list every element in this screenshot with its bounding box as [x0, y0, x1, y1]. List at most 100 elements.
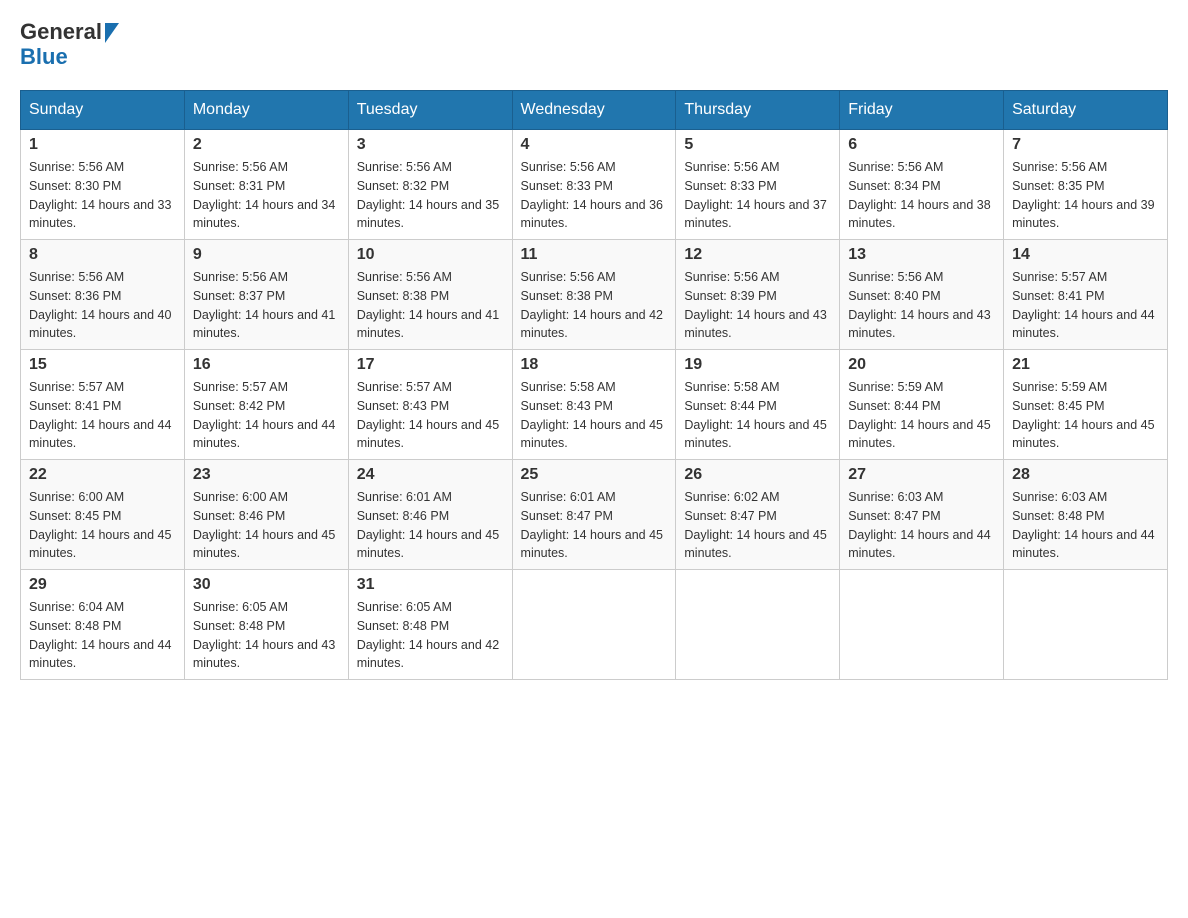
- day-number: 29: [29, 576, 176, 594]
- day-info: Sunrise: 6:01 AM Sunset: 8:46 PM Dayligh…: [357, 488, 504, 563]
- calendar-cell: 19 Sunrise: 5:58 AM Sunset: 8:44 PM Dayl…: [676, 350, 840, 460]
- day-info: Sunrise: 5:56 AM Sunset: 8:37 PM Dayligh…: [193, 268, 340, 343]
- calendar-cell: 24 Sunrise: 6:01 AM Sunset: 8:46 PM Dayl…: [348, 460, 512, 570]
- calendar-cell: 27 Sunrise: 6:03 AM Sunset: 8:47 PM Dayl…: [840, 460, 1004, 570]
- day-info: Sunrise: 5:58 AM Sunset: 8:43 PM Dayligh…: [521, 378, 668, 453]
- day-number: 15: [29, 356, 176, 374]
- col-header-saturday: Saturday: [1004, 91, 1168, 130]
- day-info: Sunrise: 5:56 AM Sunset: 8:35 PM Dayligh…: [1012, 158, 1159, 233]
- calendar-cell: 1 Sunrise: 5:56 AM Sunset: 8:30 PM Dayli…: [21, 130, 185, 240]
- col-header-tuesday: Tuesday: [348, 91, 512, 130]
- day-number: 16: [193, 356, 340, 374]
- logo: General Blue: [20, 20, 119, 70]
- calendar-cell: 5 Sunrise: 5:56 AM Sunset: 8:33 PM Dayli…: [676, 130, 840, 240]
- logo-blue: Blue: [20, 44, 119, 70]
- day-info: Sunrise: 6:05 AM Sunset: 8:48 PM Dayligh…: [357, 598, 504, 673]
- day-info: Sunrise: 5:56 AM Sunset: 8:30 PM Dayligh…: [29, 158, 176, 233]
- day-number: 24: [357, 466, 504, 484]
- day-number: 28: [1012, 466, 1159, 484]
- col-header-friday: Friday: [840, 91, 1004, 130]
- calendar-cell: 16 Sunrise: 5:57 AM Sunset: 8:42 PM Dayl…: [184, 350, 348, 460]
- day-info: Sunrise: 5:56 AM Sunset: 8:33 PM Dayligh…: [684, 158, 831, 233]
- calendar-cell: 15 Sunrise: 5:57 AM Sunset: 8:41 PM Dayl…: [21, 350, 185, 460]
- day-number: 17: [357, 356, 504, 374]
- day-info: Sunrise: 5:56 AM Sunset: 8:38 PM Dayligh…: [521, 268, 668, 343]
- day-info: Sunrise: 6:00 AM Sunset: 8:45 PM Dayligh…: [29, 488, 176, 563]
- calendar-cell: 14 Sunrise: 5:57 AM Sunset: 8:41 PM Dayl…: [1004, 240, 1168, 350]
- calendar-cell: 25 Sunrise: 6:01 AM Sunset: 8:47 PM Dayl…: [512, 460, 676, 570]
- day-info: Sunrise: 5:59 AM Sunset: 8:44 PM Dayligh…: [848, 378, 995, 453]
- day-number: 21: [1012, 356, 1159, 374]
- day-info: Sunrise: 5:57 AM Sunset: 8:41 PM Dayligh…: [29, 378, 176, 453]
- day-number: 20: [848, 356, 995, 374]
- calendar-week-row: 1 Sunrise: 5:56 AM Sunset: 8:30 PM Dayli…: [21, 130, 1168, 240]
- calendar-cell: 18 Sunrise: 5:58 AM Sunset: 8:43 PM Dayl…: [512, 350, 676, 460]
- calendar-header-row: SundayMondayTuesdayWednesdayThursdayFrid…: [21, 91, 1168, 130]
- day-info: Sunrise: 5:57 AM Sunset: 8:43 PM Dayligh…: [357, 378, 504, 453]
- day-info: Sunrise: 5:56 AM Sunset: 8:39 PM Dayligh…: [684, 268, 831, 343]
- day-info: Sunrise: 5:59 AM Sunset: 8:45 PM Dayligh…: [1012, 378, 1159, 453]
- calendar-cell: [512, 570, 676, 680]
- day-number: 12: [684, 246, 831, 264]
- calendar-cell: 26 Sunrise: 6:02 AM Sunset: 8:47 PM Dayl…: [676, 460, 840, 570]
- day-number: 10: [357, 246, 504, 264]
- calendar-table: SundayMondayTuesdayWednesdayThursdayFrid…: [20, 90, 1168, 680]
- day-number: 8: [29, 246, 176, 264]
- calendar-cell: 3 Sunrise: 5:56 AM Sunset: 8:32 PM Dayli…: [348, 130, 512, 240]
- calendar-cell: [676, 570, 840, 680]
- day-info: Sunrise: 5:56 AM Sunset: 8:31 PM Dayligh…: [193, 158, 340, 233]
- calendar-week-row: 15 Sunrise: 5:57 AM Sunset: 8:41 PM Dayl…: [21, 350, 1168, 460]
- day-info: Sunrise: 6:00 AM Sunset: 8:46 PM Dayligh…: [193, 488, 340, 563]
- day-info: Sunrise: 5:56 AM Sunset: 8:38 PM Dayligh…: [357, 268, 504, 343]
- col-header-sunday: Sunday: [21, 91, 185, 130]
- calendar-cell: 17 Sunrise: 5:57 AM Sunset: 8:43 PM Dayl…: [348, 350, 512, 460]
- day-number: 7: [1012, 136, 1159, 154]
- col-header-wednesday: Wednesday: [512, 91, 676, 130]
- calendar-cell: 7 Sunrise: 5:56 AM Sunset: 8:35 PM Dayli…: [1004, 130, 1168, 240]
- day-number: 3: [357, 136, 504, 154]
- day-number: 25: [521, 466, 668, 484]
- day-number: 27: [848, 466, 995, 484]
- day-number: 22: [29, 466, 176, 484]
- day-number: 2: [193, 136, 340, 154]
- calendar-cell: 4 Sunrise: 5:56 AM Sunset: 8:33 PM Dayli…: [512, 130, 676, 240]
- calendar-cell: 20 Sunrise: 5:59 AM Sunset: 8:44 PM Dayl…: [840, 350, 1004, 460]
- col-header-monday: Monday: [184, 91, 348, 130]
- day-number: 4: [521, 136, 668, 154]
- day-info: Sunrise: 6:03 AM Sunset: 8:47 PM Dayligh…: [848, 488, 995, 563]
- calendar-cell: 28 Sunrise: 6:03 AM Sunset: 8:48 PM Dayl…: [1004, 460, 1168, 570]
- calendar-cell: 9 Sunrise: 5:56 AM Sunset: 8:37 PM Dayli…: [184, 240, 348, 350]
- day-number: 1: [29, 136, 176, 154]
- day-number: 6: [848, 136, 995, 154]
- day-info: Sunrise: 6:03 AM Sunset: 8:48 PM Dayligh…: [1012, 488, 1159, 563]
- day-info: Sunrise: 6:04 AM Sunset: 8:48 PM Dayligh…: [29, 598, 176, 673]
- day-number: 14: [1012, 246, 1159, 264]
- day-info: Sunrise: 5:56 AM Sunset: 8:32 PM Dayligh…: [357, 158, 504, 233]
- day-info: Sunrise: 5:56 AM Sunset: 8:34 PM Dayligh…: [848, 158, 995, 233]
- calendar-cell: [1004, 570, 1168, 680]
- day-number: 19: [684, 356, 831, 374]
- calendar-cell: 31 Sunrise: 6:05 AM Sunset: 8:48 PM Dayl…: [348, 570, 512, 680]
- day-info: Sunrise: 6:01 AM Sunset: 8:47 PM Dayligh…: [521, 488, 668, 563]
- day-number: 5: [684, 136, 831, 154]
- day-info: Sunrise: 5:56 AM Sunset: 8:40 PM Dayligh…: [848, 268, 995, 343]
- day-info: Sunrise: 6:02 AM Sunset: 8:47 PM Dayligh…: [684, 488, 831, 563]
- calendar-cell: 21 Sunrise: 5:59 AM Sunset: 8:45 PM Dayl…: [1004, 350, 1168, 460]
- day-number: 26: [684, 466, 831, 484]
- day-info: Sunrise: 5:57 AM Sunset: 8:42 PM Dayligh…: [193, 378, 340, 453]
- calendar-cell: 2 Sunrise: 5:56 AM Sunset: 8:31 PM Dayli…: [184, 130, 348, 240]
- day-info: Sunrise: 5:56 AM Sunset: 8:36 PM Dayligh…: [29, 268, 176, 343]
- calendar-cell: 22 Sunrise: 6:00 AM Sunset: 8:45 PM Dayl…: [21, 460, 185, 570]
- logo-general: General: [20, 20, 119, 44]
- page-header: General Blue: [20, 20, 1168, 70]
- calendar-cell: 13 Sunrise: 5:56 AM Sunset: 8:40 PM Dayl…: [840, 240, 1004, 350]
- calendar-week-row: 8 Sunrise: 5:56 AM Sunset: 8:36 PM Dayli…: [21, 240, 1168, 350]
- calendar-cell: 12 Sunrise: 5:56 AM Sunset: 8:39 PM Dayl…: [676, 240, 840, 350]
- col-header-thursday: Thursday: [676, 91, 840, 130]
- day-number: 9: [193, 246, 340, 264]
- day-info: Sunrise: 6:05 AM Sunset: 8:48 PM Dayligh…: [193, 598, 340, 673]
- calendar-cell: 23 Sunrise: 6:00 AM Sunset: 8:46 PM Dayl…: [184, 460, 348, 570]
- calendar-cell: 30 Sunrise: 6:05 AM Sunset: 8:48 PM Dayl…: [184, 570, 348, 680]
- calendar-week-row: 22 Sunrise: 6:00 AM Sunset: 8:45 PM Dayl…: [21, 460, 1168, 570]
- day-number: 11: [521, 246, 668, 264]
